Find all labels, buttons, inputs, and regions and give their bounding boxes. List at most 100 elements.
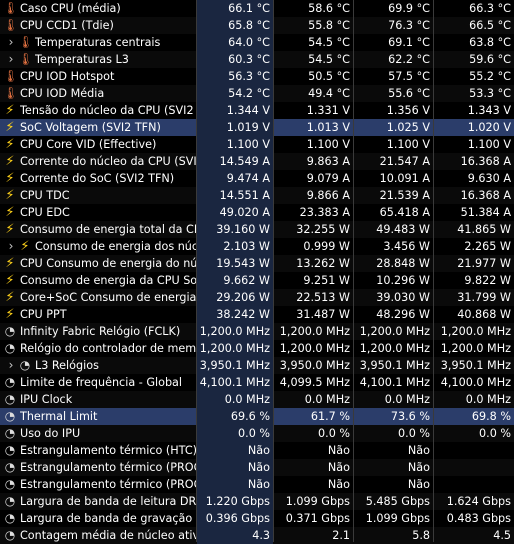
sensor-value-maximum: 0.0 MHz [384, 393, 430, 406]
column-divider [273, 0, 274, 542]
sensor-value-current: 4.3 [197, 527, 273, 544]
sensor-value-minimum: 9.866 A [306, 189, 350, 202]
sensor-row[interactable]: 🌡 Caso CPU (média) 66.1 °C 58.6 °C 69.9 °C 66… [0, 0, 514, 17]
sensor-value-maximum: 1.100 V [386, 138, 430, 151]
sensor-value-maximum: 39.030 W [376, 291, 430, 304]
sensor-value-current: 1.344 V [197, 102, 273, 119]
sensor-value-minimum: 2.1 [332, 529, 350, 542]
sensor-value-average: 0.483 Gbps [446, 512, 511, 525]
bolt-icon: ⚡ [5, 222, 15, 237]
sensor-value-minimum: 49.4 °C [308, 87, 350, 100]
sensor-row[interactable]: 🌡 CPU IOD Hotspot 56.3 °C 50.5 °C 57.5 °C 55.… [0, 68, 514, 85]
sensor-row[interactable]: ◔ Uso do IPU 0.0 % 0.0 % 0.0 % 0.0 % [0, 425, 514, 442]
sensor-value-average: 0.0 % [479, 427, 511, 440]
bolt-icon: ⚡ [20, 239, 30, 254]
sensor-value-maximum: Não [407, 444, 430, 457]
sensor-row[interactable]: ◔ Largura de banda de leitura DRAM 1.220 G… [0, 493, 514, 510]
sensor-value-minimum: 0.371 Gbps [285, 512, 350, 525]
sensor-value-maximum: 69.9 °C [388, 2, 430, 15]
sensor-name: CPU PPT [20, 308, 67, 321]
sensor-value-average: 2.265 W [464, 240, 511, 253]
sensor-name: Temperaturas L3 [35, 53, 129, 66]
sensor-row[interactable]: ⚡ CPU EDC 49.020 A 23.383 A 65.418 A 51.384 A [0, 204, 514, 221]
sensor-name: CPU Consumo de energia do núcl... [20, 257, 196, 270]
sensor-row[interactable]: ⚡ Consumo de energia da CPU SoC...9.662 W… [0, 272, 514, 289]
sensor-value-minimum: 9.079 A [306, 172, 350, 185]
sensor-label-cell: 🌡 CPU CCD1 (Tdie) [0, 17, 196, 34]
sensor-row[interactable]: ⚡ CPU PPT 38.242 W 31.487 W 48.296 W 40.868 W [0, 306, 514, 323]
sensor-value-average: 66.3 °C [469, 2, 511, 15]
sensor-value-maximum: 62.2 °C [388, 53, 430, 66]
sensor-row[interactable]: › 🌡 Temperaturas centrais 64.0 °C 54.5 °C 69.… [0, 34, 514, 51]
chevron-right-icon[interactable]: › [4, 238, 18, 255]
sensor-name: Uso do IPU [20, 427, 81, 440]
sensor-value-current: 14.549 A [197, 153, 273, 170]
clock-icon: ◔ [4, 375, 16, 389]
sensor-value-current: Não [197, 459, 273, 476]
sensor-row[interactable]: ◔ Estrangulamento térmico (PROC... Não Não N… [0, 459, 514, 476]
sensor-value-average [434, 459, 514, 476]
sensor-name: CPU EDC [20, 206, 70, 219]
thermometer-icon: 🌡 [18, 35, 34, 49]
chevron-right-icon[interactable]: › [4, 357, 18, 374]
sensor-row[interactable]: › ◔ L3 Relógios 3,950.1 MHz 3,950.0 MHz 3,950… [0, 357, 514, 374]
sensor-value-maximum: 5.8 [412, 529, 430, 542]
column-divider [433, 0, 434, 542]
sensor-row[interactable]: ⚡ CPU TDC 14.551 A 9.866 A 21.539 A 16.368 A [0, 187, 514, 204]
sensor-name: Estrangulamento térmico (HTC) [20, 444, 196, 457]
sensor-label-cell: ◔ Largura de banda de leitura DRAM [0, 493, 196, 510]
sensor-row[interactable]: ◔ Estrangulamento térmico (HTC) Não Não Não [0, 442, 514, 459]
sensor-row[interactable]: ◔ IPU Clock 0.0 MHz 0.0 MHz 0.0 MHz 0.0 MHz [0, 391, 514, 408]
sensor-value-maximum: 1.356 V [386, 104, 430, 117]
sensor-row[interactable]: ⚡ Corrente do SoC (SVI2 TFN) 9.474 A 9.079 … [0, 170, 514, 187]
sensor-row[interactable]: ⚡ Consumo de energia total da CPU 39.160 W… [0, 221, 514, 238]
sensor-label-cell: › 🌡 Temperaturas centrais [0, 34, 196, 51]
sensor-label-cell: ⚡ Corrente do núcleo da CPU (SVI2... [0, 153, 196, 170]
sensor-value-maximum: 76.3 °C [388, 19, 430, 32]
sensor-value-average: 16.368 A [460, 155, 511, 168]
sensor-row[interactable]: › 🌡 Temperaturas L3 60.3 °C 54.5 °C 62.2 °C 59… [0, 51, 514, 68]
chevron-right-icon[interactable]: › [4, 51, 18, 68]
sensor-row[interactable]: ⚡ Corrente do núcleo da CPU (SVI2... 14.54… [0, 153, 514, 170]
sensor-value-current: 3,950.1 MHz [197, 357, 273, 374]
sensor-value-average: 3,950.1 MHz [440, 359, 511, 372]
sensor-value-minimum: 22.513 W [296, 291, 350, 304]
sensor-row[interactable]: ◔ Estrangulamento térmico (PROC... Não Não N… [0, 476, 514, 493]
sensor-row[interactable]: ⚡ SoC Voltagem (SVI2 TFN) 1.019 V 1.013 V 1.… [0, 119, 514, 136]
sensor-value-minimum: 9.251 W [303, 274, 350, 287]
bolt-icon: ⚡ [5, 307, 15, 322]
sensor-name: Temperaturas centrais [35, 36, 161, 49]
sensor-row[interactable]: ◔ Limite de frequência - Global 4,100.1 MH… [0, 374, 514, 391]
sensor-row[interactable]: ◔ Contagem média de núcleo ativo 4.3 2.1 5.8… [0, 527, 514, 544]
sensor-row[interactable]: ⚡ CPU Consumo de energia do núcl...19.543… [0, 255, 514, 272]
sensor-row[interactable]: ◔Relógio do controlador de memór...1,200… [0, 340, 514, 357]
sensor-value-minimum: 3,950.0 MHz [279, 359, 350, 372]
clock-icon: ◔ [4, 494, 16, 508]
sensor-name: CPU IOD Média [20, 87, 105, 100]
sensor-name: SoC Voltagem (SVI2 TFN) [20, 121, 161, 134]
clock-icon: ◔ [4, 341, 16, 355]
sensor-name: Estrangulamento térmico (PROC... [20, 478, 196, 491]
sensor-row[interactable]: ◔ Thermal Limit 69.6 % 61.7 % 73.6 % 69.8 % [0, 408, 514, 425]
sensor-value-minimum: 1.013 V [306, 121, 350, 134]
sensor-row[interactable]: › ⚡ Consumo de energia dos núcl... 2.103 W 0… [0, 238, 514, 255]
sensor-row[interactable]: ⚡ Core+SoC Consumo de energia (... 29.206 … [0, 289, 514, 306]
sensor-row[interactable]: ◔ Infinity Fabric Relógio (FCLK) 1,200.0 M… [0, 323, 514, 340]
sensor-row[interactable]: ⚡ CPU Core VID (Effective) 1.100 V 1.100 V 1… [0, 136, 514, 153]
sensor-value-minimum: 13.262 W [296, 257, 350, 270]
clock-icon: ◔ [19, 358, 31, 372]
sensor-label-cell: ◔ Estrangulamento térmico (PROC... [0, 459, 196, 476]
sensor-value-current: 1.019 V [197, 119, 273, 136]
sensor-value-current: Não [197, 442, 273, 459]
sensor-row[interactable]: ◔ Largura de banda de gravação D... 0.396 … [0, 510, 514, 527]
sensor-label-cell: ⚡ Core+SoC Consumo de energia (... [0, 289, 196, 306]
clock-icon: ◔ [4, 324, 16, 338]
sensor-name: Thermal Limit [20, 410, 98, 423]
sensor-row[interactable]: 🌡 CPU CCD1 (Tdie) 65.8 °C 55.8 °C 76.3 °C 66.… [0, 17, 514, 34]
sensor-value-average: 4.5 [493, 529, 511, 542]
sensor-row[interactable]: ⚡ Tensão do núcleo da CPU (SVI2 ... 1.344 … [0, 102, 514, 119]
sensor-label-cell: › ◔ L3 Relógios [0, 357, 196, 374]
sensor-row[interactable]: 🌡 CPU IOD Média 54.2 °C 49.4 °C 55.6 °C 53.3 … [0, 85, 514, 102]
sensor-value-average: 21.977 W [457, 257, 511, 270]
chevron-right-icon[interactable]: › [4, 34, 18, 51]
